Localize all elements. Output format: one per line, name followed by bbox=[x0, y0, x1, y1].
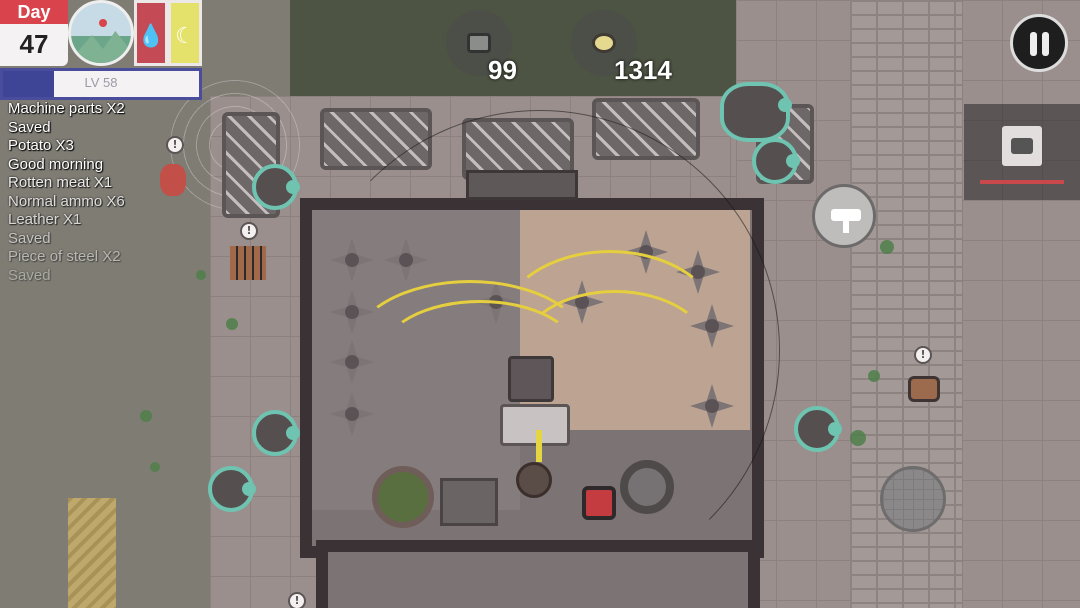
event-log: Machine parts X2 Saved Potato X3 Good morni… bbox=[8, 100, 125, 285]
zombie-blood-splat bbox=[850, 430, 866, 446]
log-line: Saved bbox=[8, 229, 51, 247]
loot-marker-icon[interactable]: ! bbox=[240, 222, 258, 240]
log-line: Saved bbox=[8, 266, 51, 284]
parts-count: 99 bbox=[488, 55, 517, 85]
sidewalk-east bbox=[962, 0, 1080, 608]
weapon-durability-bar bbox=[980, 180, 1064, 184]
zombie[interactable] bbox=[252, 410, 300, 456]
loot-marker-icon[interactable]: ! bbox=[914, 346, 932, 364]
hedge bbox=[68, 498, 116, 608]
zombie[interactable] bbox=[252, 164, 300, 210]
leather-drop[interactable] bbox=[160, 164, 186, 196]
aim-range-ring bbox=[300, 110, 780, 590]
log-line: Potato X3 bbox=[8, 137, 74, 154]
pause-button[interactable] bbox=[1010, 14, 1068, 72]
zombie-blood-splat bbox=[196, 270, 206, 280]
loot-marker-icon[interactable]: ! bbox=[166, 136, 184, 154]
day-number: 47 bbox=[19, 29, 49, 59]
zombie-blood-splat bbox=[880, 240, 894, 254]
zombie-blood-splat bbox=[140, 410, 152, 422]
log-line: Piece of steel X2 bbox=[8, 248, 121, 265]
ammo-drop[interactable] bbox=[230, 246, 266, 280]
zombie-blood-splat bbox=[226, 318, 238, 330]
log-line: Normal ammo X6 bbox=[8, 192, 125, 210]
log-line: Saved bbox=[8, 118, 51, 136]
move-joystick[interactable] bbox=[880, 466, 946, 532]
zombie-large[interactable] bbox=[720, 82, 792, 142]
dark-lot bbox=[290, 0, 740, 104]
log-line: Machine parts X2 bbox=[8, 100, 125, 117]
day-label: Day bbox=[0, 0, 68, 24]
weapon-slot[interactable] bbox=[1002, 126, 1042, 166]
meat-drop[interactable] bbox=[908, 376, 940, 402]
zombie-blood-splat bbox=[868, 370, 880, 382]
food-count: 1314 bbox=[614, 55, 672, 85]
time-of-day-dial-icon bbox=[68, 0, 134, 66]
log-line: Rotten meat X1 bbox=[8, 174, 113, 191]
log-line: Leather X1 bbox=[8, 211, 82, 228]
hill-shape bbox=[75, 31, 131, 63]
loot-marker-icon[interactable]: ! bbox=[288, 592, 306, 608]
machine-parts-icon bbox=[467, 33, 491, 53]
hunger-meter: ☾ bbox=[168, 0, 202, 66]
hunger-moon-icon: ☾ bbox=[175, 23, 195, 48]
experience-bar: LV 58 bbox=[0, 68, 202, 100]
sun-marker bbox=[99, 19, 107, 27]
handgun-icon bbox=[1011, 138, 1033, 154]
zombie-blood-splat bbox=[150, 462, 160, 472]
hammer-icon bbox=[831, 209, 861, 233]
blood-drop-icon: 💧 bbox=[137, 23, 165, 48]
zombie[interactable] bbox=[794, 406, 842, 452]
blood-meter: 💧 bbox=[134, 0, 168, 66]
weapon-panel bbox=[964, 104, 1080, 200]
zombie[interactable] bbox=[752, 138, 800, 184]
day-counter: Day 47 bbox=[0, 0, 68, 66]
potato-icon bbox=[592, 33, 616, 53]
zombie[interactable] bbox=[208, 466, 256, 512]
log-line: Good morning bbox=[8, 155, 104, 173]
build-action-button[interactable] bbox=[812, 184, 876, 248]
level-label: LV 58 bbox=[84, 75, 118, 90]
